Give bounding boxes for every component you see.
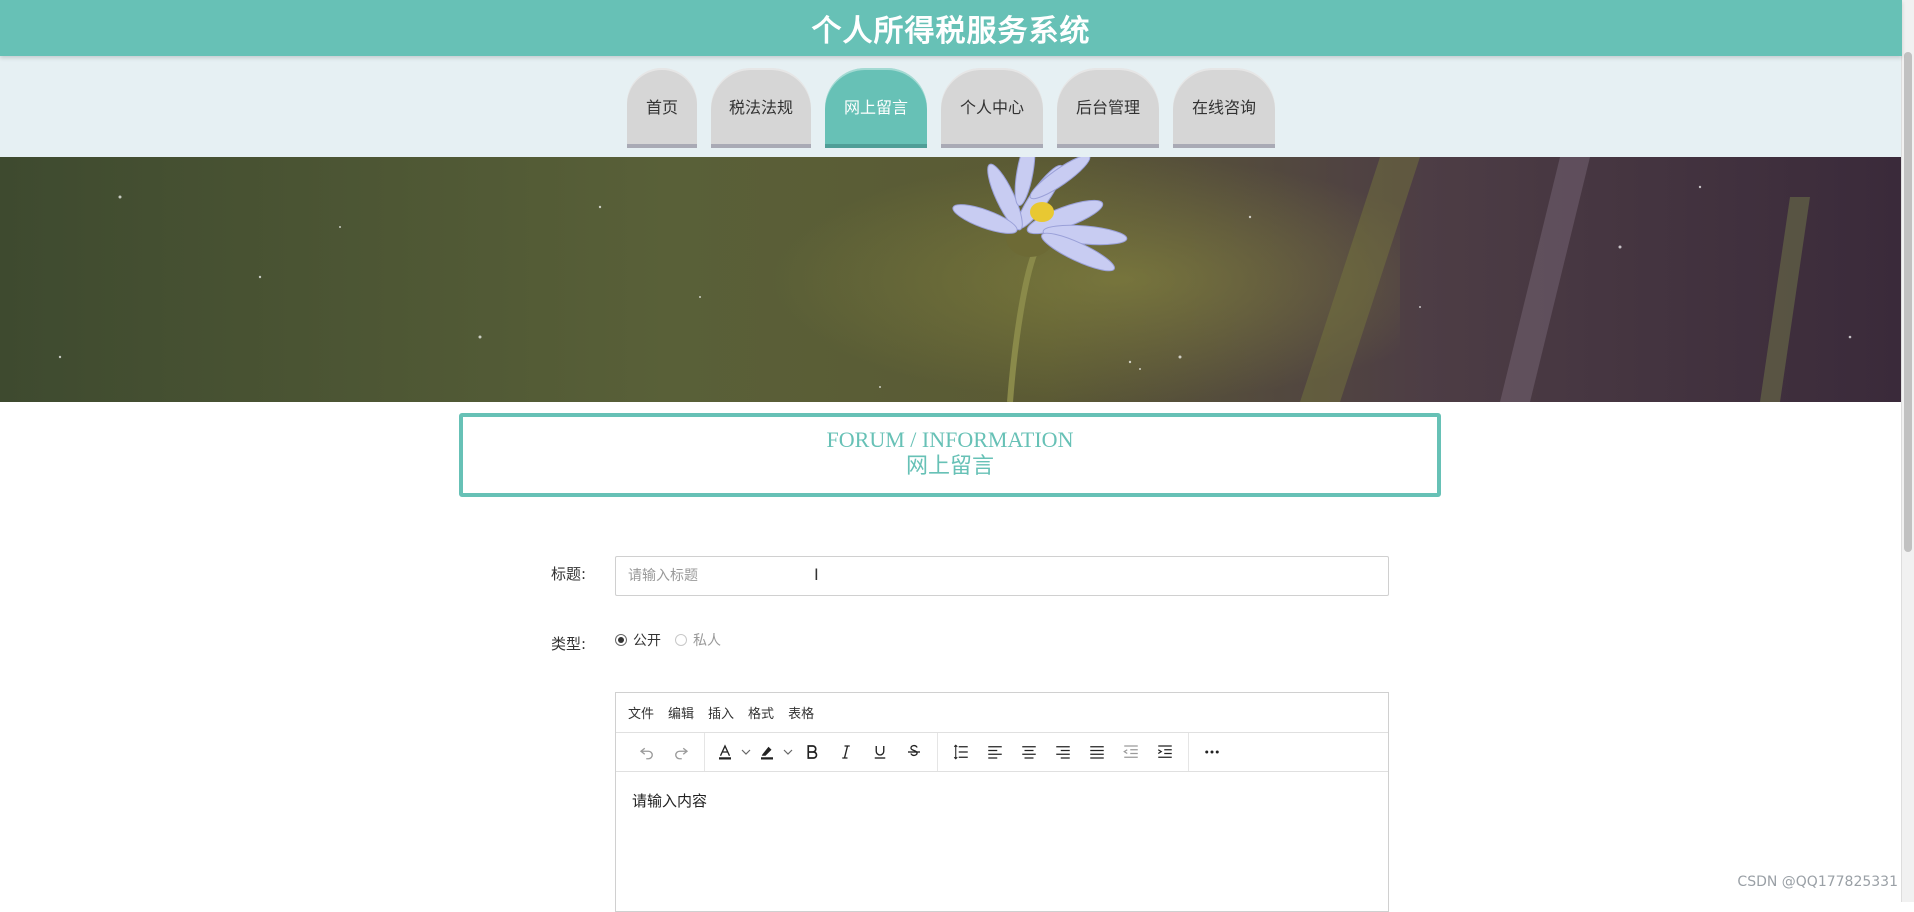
editor-menubar: 文件 编辑 插入 格式 表格 (616, 693, 1388, 733)
menu-edit[interactable]: 编辑 (668, 703, 694, 722)
menu-insert[interactable]: 插入 (708, 703, 734, 722)
align-right-icon[interactable] (1046, 737, 1080, 767)
type-label: 类型: (551, 635, 587, 653)
banner-image (0, 157, 1902, 402)
site-title: 个人所得税服务系统 (811, 14, 1091, 49)
nav-bar: 首页 税法法规 网上留言 个人中心 后台管理 在线咨询 (0, 56, 1902, 157)
italic-icon[interactable] (829, 737, 863, 767)
underline-icon[interactable] (863, 737, 897, 767)
section-title-en: FORUM / INFORMATION (826, 427, 1074, 452)
undo-icon[interactable] (630, 737, 664, 767)
more-icon[interactable] (1195, 737, 1229, 767)
type-radio-public-label: 公开 (633, 633, 661, 649)
editor-content-area[interactable]: 请输入内容 (616, 772, 1388, 829)
align-left-icon[interactable] (978, 737, 1012, 767)
outdent-icon[interactable] (1114, 737, 1148, 767)
redo-icon[interactable] (664, 737, 698, 767)
type-radio-private[interactable]: 私人 (675, 630, 721, 650)
chevron-down-icon[interactable] (781, 737, 795, 767)
menu-format[interactable]: 格式 (748, 703, 774, 722)
toolbar-group-align (938, 733, 1189, 771)
bold-icon[interactable] (795, 737, 829, 767)
nav-item-home[interactable]: 首页 (627, 68, 697, 148)
align-center-icon[interactable] (1012, 737, 1046, 767)
text-color-icon[interactable] (711, 737, 739, 767)
chevron-down-icon[interactable] (739, 737, 753, 767)
scrollbar-thumb[interactable] (1904, 52, 1912, 552)
line-height-icon[interactable] (944, 737, 978, 767)
radio-unchecked-icon (675, 634, 687, 646)
editor-placeholder: 请输入内容 (632, 792, 708, 810)
align-justify-icon[interactable] (1080, 737, 1114, 767)
toolbar-group-history (624, 733, 705, 771)
page-scrollbar[interactable] (1901, 0, 1914, 902)
indent-icon[interactable] (1148, 737, 1182, 767)
toolbar-group-format (705, 733, 938, 771)
title-label: 标题: (551, 565, 587, 583)
nav-item-message[interactable]: 网上留言 (825, 68, 927, 148)
section-title-cn: 网上留言 (905, 453, 994, 478)
highlight-icon[interactable] (753, 737, 781, 767)
type-radio-public[interactable]: 公开 (615, 630, 661, 650)
watermark: CSDN @QQ177825331 (1737, 874, 1898, 890)
menu-table[interactable]: 表格 (788, 703, 814, 722)
nav-item-online-consult[interactable]: 在线咨询 (1173, 68, 1275, 148)
nav-item-tax-law[interactable]: 税法法规 (711, 68, 811, 148)
main-nav: 首页 税法法规 网上留言 个人中心 后台管理 在线咨询 (0, 68, 1902, 148)
type-radio-private-label: 私人 (693, 633, 721, 649)
type-radio-group: 公开 私人 (615, 630, 721, 650)
nav-item-personal-center[interactable]: 个人中心 (941, 68, 1043, 148)
flower-banner-illustration (0, 157, 1902, 402)
rich-text-editor: 文件 编辑 插入 格式 表格 请输入内容 (615, 692, 1389, 912)
editor-toolbar (616, 733, 1388, 772)
section-title-box: FORUM / INFORMATION 网上留言 (459, 413, 1441, 497)
site-header: 个人所得税服务系统 (0, 0, 1902, 56)
toolbar-group-more (1189, 733, 1235, 771)
menu-file[interactable]: 文件 (628, 703, 654, 722)
strikethrough-icon[interactable] (897, 737, 931, 767)
radio-checked-icon (615, 634, 627, 646)
title-input[interactable] (615, 556, 1389, 596)
nav-item-admin[interactable]: 后台管理 (1057, 68, 1159, 148)
